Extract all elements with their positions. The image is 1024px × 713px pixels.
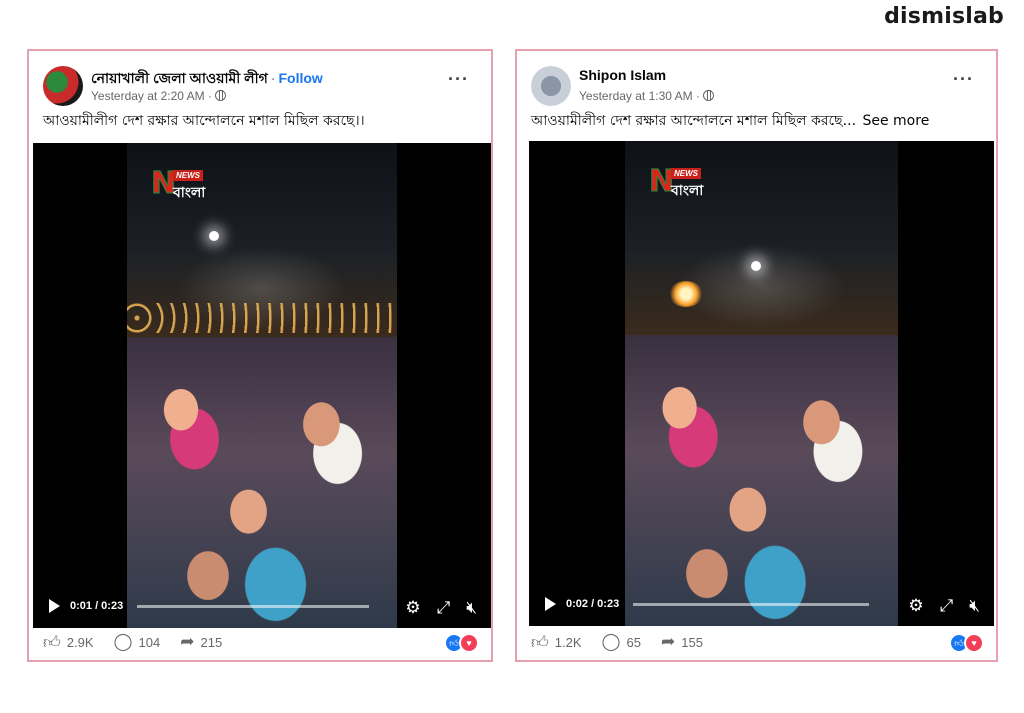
post-footer: 👍︎ 2.9K ◯ 104 ➦ 215 👍︎ ♥	[29, 624, 491, 660]
love-reaction-icon: ♥	[459, 633, 479, 653]
comment-icon: ◯	[113, 632, 133, 651]
post-meta: Yesterday at 1:30 AM ·	[579, 89, 714, 103]
gear-icon[interactable]: ⚙	[405, 598, 420, 618]
logo-bangla: বাংলা	[671, 183, 704, 199]
torch-lights	[127, 303, 397, 333]
play-icon[interactable]	[49, 599, 60, 613]
share-button[interactable]: ➦ 155	[661, 632, 703, 652]
facebook-post-right: Shipon Islam Yesterday at 1:30 AM · ··· …	[515, 49, 998, 662]
globe-icon	[702, 90, 714, 101]
post-header: Shipon Islam Yesterday at 1:30 AM · ···	[517, 51, 996, 111]
comment-count: 65	[626, 634, 642, 650]
muted-speaker-icon[interactable]: 🔇︎	[466, 598, 477, 618]
post-caption: আওয়ামীলীগ দেশ রক্ষার আন্দোলনে মশাল মিছি…	[517, 111, 996, 143]
gear-icon[interactable]: ⚙	[908, 596, 923, 616]
comment-count: 104	[138, 634, 161, 650]
video-player[interactable]: N NEWS বাংলা 0:01 / 0:23 ⚙ ⤢ 🔇︎	[33, 143, 491, 628]
expand-icon[interactable]: ⤢	[940, 596, 954, 616]
author-line: নোয়াখালী জেলা আওয়ামী লীগ · Follow	[91, 67, 323, 91]
share-icon: ➦	[661, 632, 676, 651]
news-bangla-logo: N NEWS বাংলা	[648, 166, 713, 199]
torch-flame	[669, 281, 703, 307]
reaction-icons[interactable]: 👍︎ ♥	[444, 633, 479, 653]
comment-button[interactable]: ◯ 104	[114, 632, 161, 652]
timestamp[interactable]: Yesterday at 2:20 AM	[91, 89, 205, 103]
more-options-button[interactable]: ···	[448, 69, 469, 90]
share-count: 155	[681, 634, 703, 650]
like-button[interactable]: 👍︎ 2.9K	[43, 632, 94, 653]
like-count: 2.9K	[66, 634, 94, 650]
play-icon[interactable]	[545, 597, 556, 611]
video-time: 0:01 / 0:23	[70, 600, 124, 612]
control-icons: ⚙ ⤢ 🔇︎	[405, 598, 477, 618]
control-icons: ⚙ ⤢ 🔇︎	[908, 596, 980, 616]
video-player[interactable]: N NEWS বাংলা 0:02 / 0:23 ⚙ ⤢ 🔇︎	[529, 141, 994, 626]
progress-bar[interactable]	[137, 605, 369, 608]
post-meta: Yesterday at 2:20 AM ·	[91, 89, 226, 103]
muted-speaker-icon[interactable]: 🔇︎	[969, 596, 980, 616]
caption-text: আওয়ামীলীগ দেশ রক্ষার আন্দোলনে মশাল মিছি…	[531, 113, 857, 129]
globe-icon	[214, 90, 226, 101]
expand-icon[interactable]: ⤢	[437, 598, 451, 618]
post-header: নোয়াখালী জেলা আওয়ামী লীগ · Follow Yester…	[29, 51, 491, 111]
author-name[interactable]: নোয়াখালী জেলা আওয়ামী লীগ	[91, 70, 268, 86]
brand-logo: dismislab	[884, 4, 1004, 29]
post-caption: আওয়ামীলীগ দেশ রক্ষার আন্দোলনে মশাল মিছি…	[29, 111, 491, 143]
street-light	[209, 231, 219, 241]
logo-news: NEWS	[173, 170, 203, 181]
share-button[interactable]: ➦ 215	[180, 632, 222, 652]
love-reaction-icon: ♥	[964, 633, 984, 653]
logo-bangla: বাংলা	[173, 185, 206, 201]
facebook-post-left: নোয়াখালী জেলা আওয়ামী লীগ · Follow Yester…	[27, 49, 493, 662]
separator: ·	[270, 70, 276, 86]
share-icon: ➦	[180, 632, 195, 651]
video-controls: 0:02 / 0:23 ⚙ ⤢ 🔇︎	[529, 582, 994, 626]
more-options-button[interactable]: ···	[953, 69, 974, 90]
news-bangla-logo: N NEWS বাংলা	[150, 168, 215, 201]
caption-text: আওয়ামীলীগ দেশ রক্ষার আন্দোলনে মশাল মিছি…	[43, 113, 365, 129]
thumbs-up-icon: 👍︎	[43, 632, 61, 652]
comment-icon: ◯	[601, 632, 621, 651]
street-light	[751, 261, 761, 271]
video-controls: 0:01 / 0:23 ⚙ ⤢ 🔇︎	[33, 584, 491, 628]
timestamp[interactable]: Yesterday at 1:30 AM	[579, 89, 693, 103]
like-count: 1.2K	[554, 634, 582, 650]
reaction-icons[interactable]: 👍︎ ♥	[949, 633, 984, 653]
avatar[interactable]	[43, 66, 83, 106]
share-count: 215	[200, 634, 223, 650]
follow-button[interactable]: Follow	[278, 70, 322, 86]
video-frame: N NEWS বাংলা	[127, 143, 397, 628]
video-frame: N NEWS বাংলা	[625, 141, 898, 626]
like-button[interactable]: 👍︎ 1.2K	[531, 632, 582, 653]
video-time: 0:02 / 0:23	[566, 598, 620, 610]
progress-bar[interactable]	[633, 603, 869, 606]
post-footer: 👍︎ 1.2K ◯ 65 ➦ 155 👍︎ ♥	[517, 624, 996, 660]
logo-news: NEWS	[671, 168, 701, 179]
thumbs-up-icon: 👍︎	[531, 632, 549, 652]
author-name[interactable]: Shipon Islam	[579, 67, 666, 83]
see-more-link[interactable]: See more	[862, 113, 929, 129]
avatar[interactable]	[531, 66, 571, 106]
author-line: Shipon Islam	[579, 67, 672, 83]
comment-button[interactable]: ◯ 65	[602, 632, 642, 652]
